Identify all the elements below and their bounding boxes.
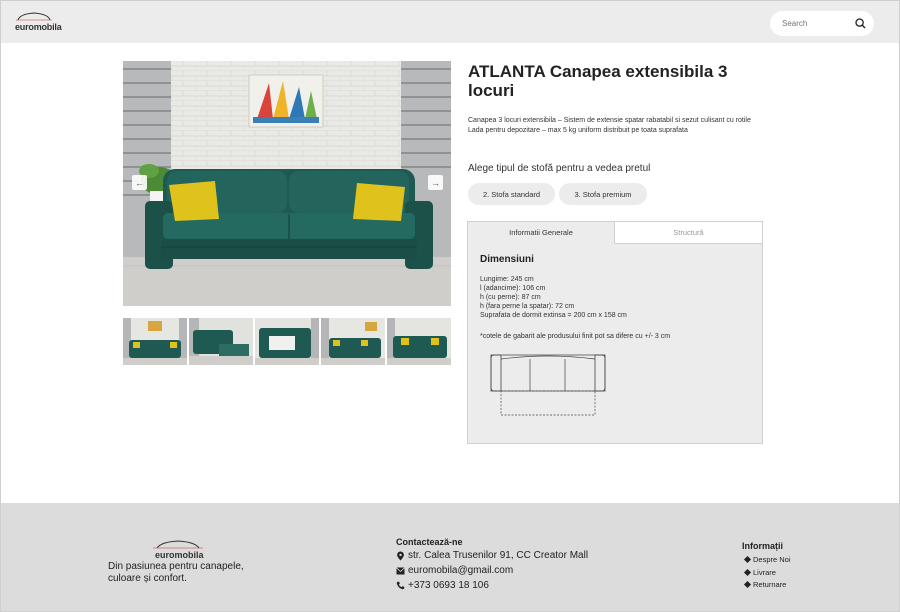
arrow-right-icon: → bbox=[431, 177, 440, 188]
fabric-option-standard[interactable]: 2. Stofa standard bbox=[468, 183, 555, 205]
gallery-prev-button[interactable]: ← bbox=[132, 175, 147, 190]
site-logo[interactable]: euromobila bbox=[7, 11, 63, 33]
logo-sofa-icon bbox=[16, 12, 52, 21]
thumbnail-3[interactable] bbox=[255, 318, 319, 365]
footer-logo[interactable]: euromobila bbox=[149, 539, 209, 561]
info-link-label: Livrare bbox=[753, 568, 776, 577]
contact-email[interactable]: euromobila@gmail.com bbox=[396, 565, 513, 576]
info-link-returns[interactable]: Returnare bbox=[743, 580, 787, 589]
dimension-line: h (cu perne): 87 cm bbox=[480, 294, 541, 301]
top-bar: euromobila bbox=[1, 1, 899, 43]
product-main-image[interactable] bbox=[123, 61, 451, 306]
thumbnail-image bbox=[255, 318, 319, 365]
fabric-option-premium[interactable]: 3. Stofa premium bbox=[559, 183, 647, 205]
fabric-choose-label: Alege tipul de stofă pentru a vedea pret… bbox=[468, 163, 651, 174]
description-line: Lada pentru depozitare – max 5 kg unifor… bbox=[468, 127, 688, 134]
info-title: Informații bbox=[742, 541, 784, 551]
info-tabs-panel: Informatii Generale Structură Dimensiuni… bbox=[467, 221, 763, 444]
thumbnail-image bbox=[123, 318, 187, 365]
logo-sofa-icon bbox=[153, 540, 203, 549]
bullet-icon bbox=[743, 555, 752, 564]
logo-text: euromobila bbox=[15, 22, 62, 32]
info-link-delivery[interactable]: Livrare bbox=[743, 568, 776, 577]
info-link-label: Returnare bbox=[753, 580, 787, 589]
search-box[interactable] bbox=[770, 11, 874, 36]
tab-structure[interactable]: Structură bbox=[615, 222, 762, 244]
phone-icon bbox=[396, 581, 405, 590]
contact-address[interactable]: str. Calea Trusenilor 91, CC Creator Mal… bbox=[396, 550, 588, 561]
thumbnail-5[interactable] bbox=[387, 318, 451, 365]
phone-text: +373 0693 18 106 bbox=[408, 580, 489, 591]
dimension-line: l (adancime): 106 cm bbox=[480, 285, 546, 292]
dimensions-note: *cotele de gabarit ale produsului finit … bbox=[480, 333, 671, 340]
thumbnail-image bbox=[189, 318, 253, 365]
contact-phone[interactable]: +373 0693 18 106 bbox=[396, 580, 489, 591]
info-link-label: Despre Noi bbox=[753, 555, 791, 564]
dimension-line: Suprafata de dormit extinsa = 200 cm x 1… bbox=[480, 312, 627, 319]
product-description: Canapea 3 locuri extensibila – Sistem de… bbox=[468, 116, 768, 136]
arrow-left-icon: ← bbox=[135, 177, 144, 188]
map-pin-icon bbox=[397, 551, 404, 560]
sofa-diagram bbox=[490, 354, 606, 416]
dimension-line: h (fara perne la spatar): 72 cm bbox=[480, 303, 575, 310]
email-text: euromobila@gmail.com bbox=[408, 565, 514, 576]
thumbnail-image bbox=[387, 318, 451, 365]
thumbnail-2[interactable] bbox=[189, 318, 253, 365]
mail-icon bbox=[396, 567, 405, 574]
thumbnail-strip bbox=[123, 318, 453, 366]
thumbnail-image bbox=[321, 318, 385, 365]
footer-logo-text: euromobila bbox=[155, 550, 204, 560]
dimensions-list: Lungime: 245 cm l (adancime): 106 cm h (… bbox=[480, 275, 627, 320]
footer-tagline: Din pasiunea pentru canapele, culoare și… bbox=[108, 561, 244, 584]
search-icon[interactable] bbox=[855, 18, 866, 29]
product-title: ATLANTA Canapea extensibila 3 locuri bbox=[468, 62, 728, 100]
address-text: str. Calea Trusenilor 91, CC Creator Mal… bbox=[408, 550, 589, 561]
bullet-icon bbox=[743, 568, 752, 577]
thumbnail-4[interactable] bbox=[321, 318, 385, 365]
site-footer: euromobila Din pasiunea pentru canapele,… bbox=[1, 503, 899, 611]
description-line: Canapea 3 locuri extensibila – Sistem de… bbox=[468, 117, 751, 124]
contact-title: Contactează-ne bbox=[396, 537, 463, 547]
bullet-icon bbox=[743, 580, 752, 589]
search-input[interactable] bbox=[782, 16, 852, 31]
sofa-photo bbox=[123, 61, 451, 306]
gallery-next-button[interactable]: → bbox=[428, 175, 443, 190]
tab-general-info[interactable]: Informatii Generale bbox=[468, 222, 615, 244]
info-link-about[interactable]: Despre Noi bbox=[743, 555, 791, 564]
thumbnail-1[interactable] bbox=[123, 318, 187, 365]
dimensions-title: Dimensiuni bbox=[480, 254, 534, 265]
dimension-line: Lungime: 245 cm bbox=[480, 276, 534, 283]
